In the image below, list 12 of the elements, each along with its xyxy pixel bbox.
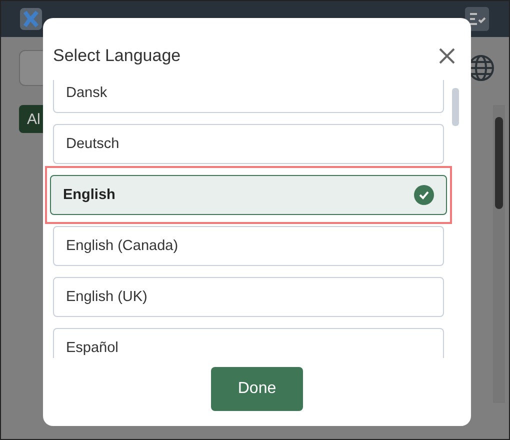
language-option[interactable]: English (UK) bbox=[53, 277, 444, 317]
done-button[interactable]: Done bbox=[211, 367, 303, 411]
close-icon[interactable] bbox=[439, 48, 455, 64]
language-option[interactable]: Dansk bbox=[53, 80, 444, 113]
dialog-title: Select Language bbox=[53, 46, 181, 66]
language-option[interactable]: Deutsch bbox=[53, 124, 444, 164]
scrollbar[interactable] bbox=[493, 105, 505, 403]
check-icon bbox=[414, 185, 434, 205]
logo-icon bbox=[20, 8, 42, 30]
language-option[interactable]: English (Canada) bbox=[53, 226, 444, 266]
checklist-icon[interactable] bbox=[465, 7, 489, 31]
language-option[interactable]: English bbox=[50, 175, 447, 215]
